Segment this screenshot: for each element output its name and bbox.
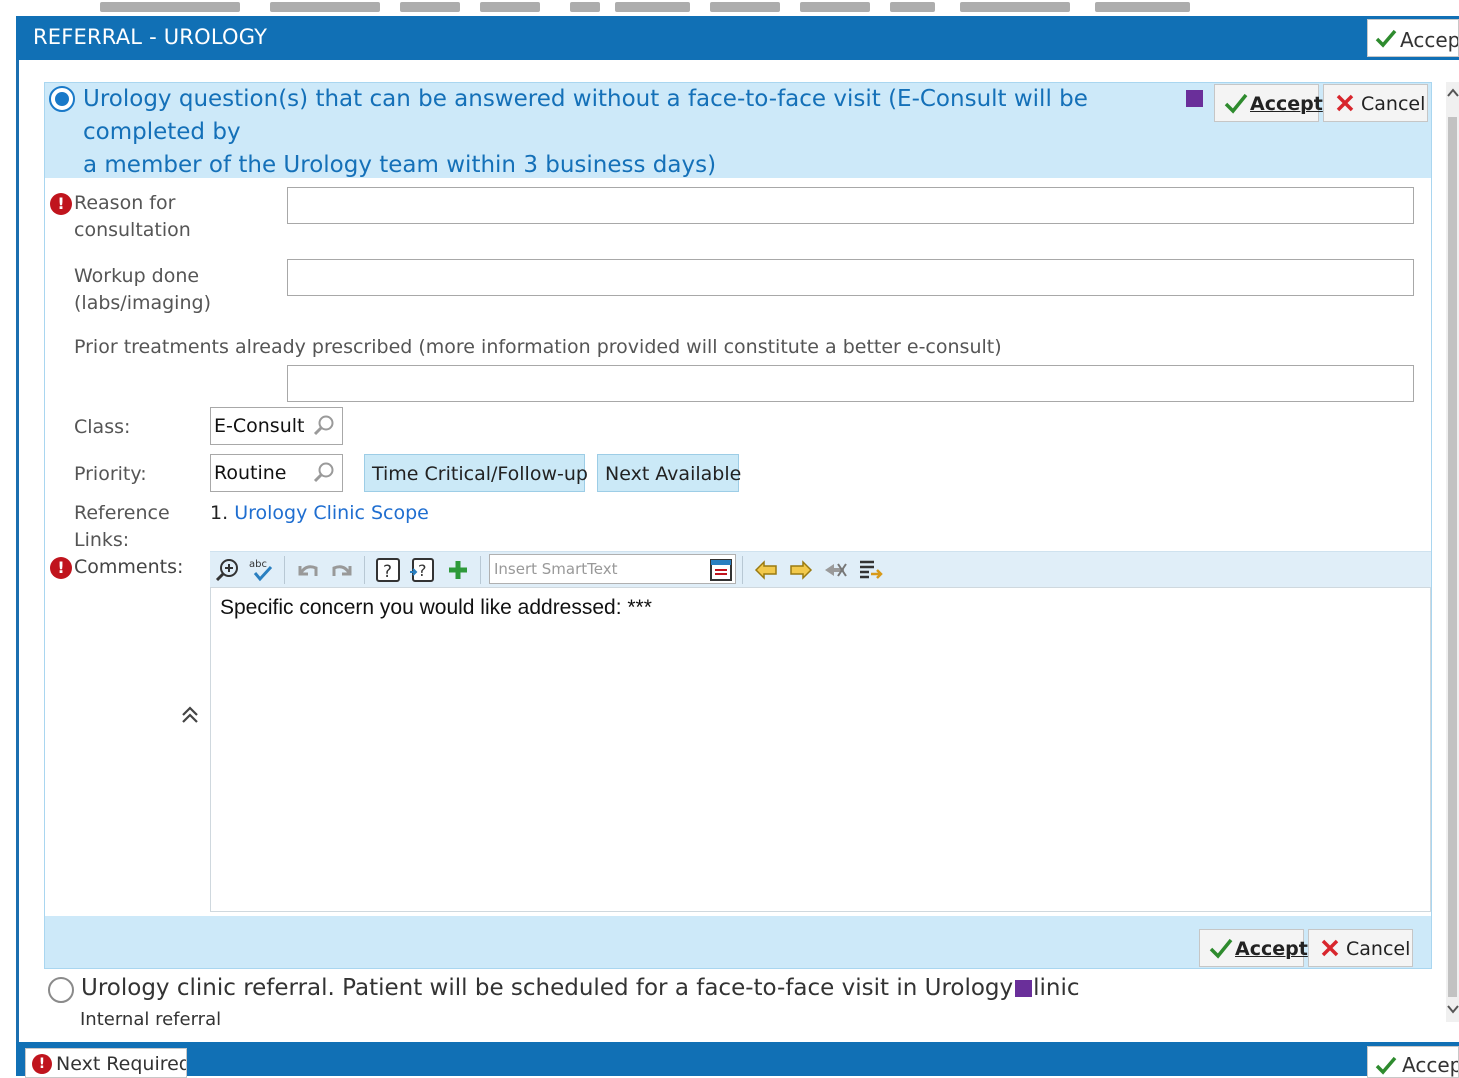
workup-label: Workup done (labs/imaging) [74,263,211,317]
header-accept-button[interactable]: Accept [1367,19,1459,57]
smarttext-list-icon[interactable] [708,557,734,583]
collapse-icon[interactable] [180,705,200,725]
vertical-scrollbar[interactable] [1446,82,1459,1022]
reference-label-line2: Links: [74,529,130,551]
option-cancel-button[interactable]: Cancel [1323,84,1428,122]
toolbar-separator [742,556,743,584]
search-icon[interactable] [312,414,336,438]
svg-text:abc: abc [249,559,267,570]
econsult-option-text[interactable]: Urology question(s) that can be answered… [83,83,1178,182]
form-cancel-button[interactable]: Cancel [1308,929,1413,967]
footer-accept-label: Accept [1402,1053,1458,1077]
scroll-up-icon[interactable] [1447,86,1459,100]
redo-icon[interactable] [328,556,356,584]
scroll-down-icon[interactable] [1447,1002,1459,1016]
priority-label: Priority: [74,463,147,485]
option-accept-label: Accept [1250,93,1323,115]
comments-label: Comments: [74,556,184,578]
class-combo[interactable]: E-Consult [210,407,343,445]
arrow-right-icon[interactable] [787,556,815,584]
scrollbar-thumb[interactable] [1448,117,1457,997]
class-value: E-Consult [214,415,305,437]
footer-accept-button[interactable]: Accept [1367,1046,1459,1078]
next-blank-icon[interactable]: ? [408,556,436,584]
marker-square-icon [1186,90,1203,107]
checkmark-icon [1375,29,1397,48]
checkmark-icon [1209,938,1233,959]
footer-bar: ! Next Required Accept [16,1042,1459,1078]
workup-label-line2: (labs/imaging) [74,292,211,314]
title-bar: REFERRAL - UROLOGY Accept [16,16,1459,60]
form-accept-label: Accept [1235,938,1308,960]
reference-label-line1: Reference [74,502,170,524]
undo-icon[interactable] [294,556,322,584]
clinic-referral-radio[interactable] [48,977,74,1003]
required-error-icon: ! [50,557,72,579]
option-accept-button[interactable]: Accept [1214,84,1323,122]
required-error-icon: ! [50,193,72,215]
marker-square-icon [1015,980,1032,997]
clinic-referral-option-text[interactable]: Urology clinic referral. Patient will be… [81,975,1080,1001]
add-icon[interactable] [444,556,472,584]
background-window-strip [0,0,1459,16]
form-accept-button[interactable]: Accept [1199,929,1308,967]
required-error-icon: ! [32,1054,52,1074]
priority-next-available-button[interactable]: Next Available [597,454,741,492]
clinic-referral-subtext: Internal referral [80,1009,222,1030]
econsult-radio[interactable] [49,86,75,112]
priority-time-critical-button[interactable]: Time Critical/Follow-up [364,454,588,492]
header-accept-label: Accept [1400,28,1458,52]
workup-input[interactable] [287,259,1414,296]
dialog-left-border [16,60,19,1044]
help-icon[interactable]: ? [374,556,402,584]
spellcheck-icon[interactable]: abc [247,556,275,584]
search-icon[interactable] [312,461,336,485]
list-format-icon[interactable] [857,556,885,584]
comments-text: Specific concern you would like addresse… [220,596,652,619]
priority-combo[interactable]: Routine [210,454,343,492]
insert-smarttext-input[interactable]: Insert SmartText [489,554,736,584]
option-cancel-label: Cancel [1361,93,1426,115]
zoom-icon[interactable] [214,556,242,584]
remove-blanks-icon[interactable] [822,556,850,584]
next-required-button[interactable]: ! Next Required [25,1048,187,1078]
form-cancel-label: Cancel [1346,938,1411,960]
comments-editor[interactable]: Specific concern you would like addresse… [210,587,1431,912]
next-required-label: Next Required [56,1053,187,1075]
reason-label-line1: Reason for [74,192,176,214]
prior-treatments-input[interactable] [287,365,1414,402]
class-label: Class: [74,416,131,438]
close-icon [1336,94,1354,112]
toolbar-separator [364,556,365,584]
reason-input[interactable] [287,187,1414,224]
reason-label-line2: consultation [74,219,191,241]
svg-text:?: ? [418,561,427,580]
reference-links-label: Reference Links: [74,500,170,554]
arrow-left-icon[interactable] [752,556,780,584]
window-title: REFERRAL - UROLOGY [33,25,268,49]
close-icon [1321,939,1339,957]
workup-label-line1: Workup done [74,265,200,287]
toolbar-separator [480,556,481,584]
checkmark-icon [1224,93,1248,114]
prior-treatments-label: Prior treatments already prescribed (mor… [74,336,1002,358]
priority-value: Routine [214,462,287,484]
urology-clinic-scope-link[interactable]: Urology Clinic Scope [234,502,429,524]
svg-text:?: ? [383,562,392,582]
comments-toolbar: abc ? ? Insert SmartText [210,551,1431,587]
reference-number: 1. [210,502,229,524]
reference-list-item: 1. Urology Clinic Scope [210,500,429,527]
econsult-text-line1: Urology question(s) that can be answered… [83,86,1088,145]
checkmark-icon [1375,1056,1397,1075]
reason-label: Reason for consultation [74,190,191,244]
toolbar-separator [284,556,285,584]
